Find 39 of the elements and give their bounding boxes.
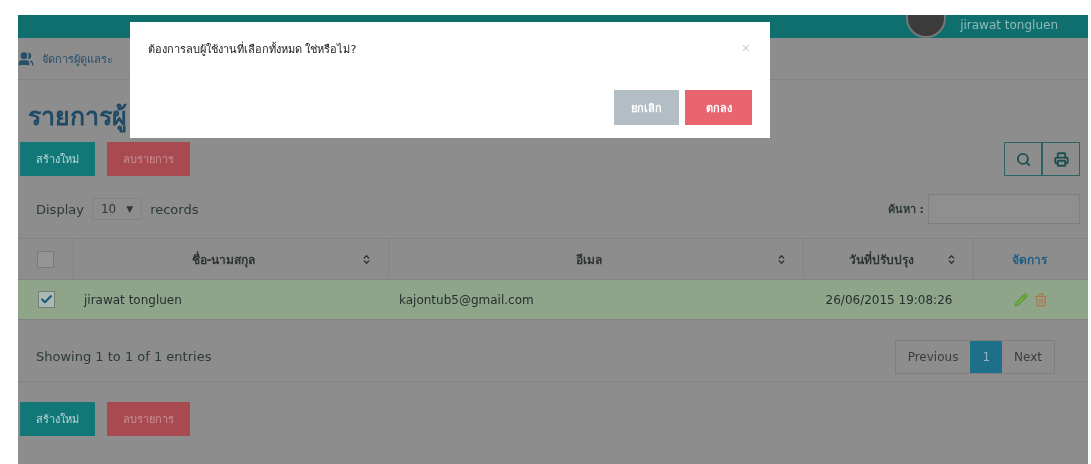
trash-icon[interactable] — [1034, 292, 1048, 307]
page-size-select[interactable]: 10 ▼ — [91, 198, 143, 220]
entries-info: Showing 1 to 1 of 1 entries — [36, 349, 212, 364]
records-label: records — [150, 201, 199, 217]
row-checkbox[interactable] — [37, 291, 55, 308]
caret-icon[interactable]: ▼ — [126, 204, 134, 214]
search-icon[interactable] — [1015, 151, 1031, 167]
cancel-button[interactable]: ยกเลิก — [614, 90, 679, 125]
printer-icon[interactable] — [1053, 151, 1069, 167]
table-cell: jirawat tongluen — [84, 292, 182, 307]
column-header[interactable]: วันที่ปรับปรุง — [816, 249, 946, 269]
pagination-button[interactable]: Next — [1002, 340, 1054, 373]
pagination-button[interactable]: 1 — [970, 340, 1003, 373]
column-header[interactable]: อีเมล — [401, 249, 776, 269]
table-cell: 26/06/2015 19:08:26 — [825, 292, 953, 307]
check-icon — [39, 293, 53, 306]
print-button[interactable] — [1042, 142, 1080, 176]
delete-button[interactable]: ลบรายการ — [107, 402, 190, 436]
select-all-checkbox[interactable] — [37, 250, 54, 268]
column-header[interactable]: ชื่อ-นามสกุล — [86, 249, 361, 269]
delete-button[interactable]: ลบรายการ — [107, 142, 190, 176]
search-button[interactable] — [1004, 142, 1042, 176]
display-label: Display — [36, 201, 84, 217]
create-button[interactable]: สร้างใหม่ — [20, 142, 95, 176]
user-name: jirawat tongluen — [960, 18, 1058, 32]
table-row[interactable]: jirawat tongluen kajontub5@gmail.com 26/06/2015 19:08:26 — [18, 280, 1088, 320]
sort-icon[interactable] — [361, 253, 372, 265]
column-header: จัดการ — [1010, 251, 1048, 269]
sort-icon[interactable] — [776, 253, 787, 265]
create-button[interactable]: สร้างใหม่ — [20, 402, 95, 436]
dialog-message: ต้องการลบผู้ใช้งานที่เลือกทั้งหมด ใช่หรือไม่? — [148, 40, 357, 58]
search-label: ค้นหา : — [887, 202, 924, 218]
page-title: รายการผู้ — [27, 101, 127, 135]
pagination-button[interactable]: Previous — [895, 340, 971, 373]
confirm-button[interactable]: ตกลง — [685, 90, 752, 125]
sort-icon[interactable] — [946, 253, 957, 265]
breadcrumb: จัดการผู้ดูแลระ — [42, 51, 113, 68]
users-icon — [18, 50, 34, 67]
table-cell: kajontub5@gmail.com — [399, 292, 534, 307]
